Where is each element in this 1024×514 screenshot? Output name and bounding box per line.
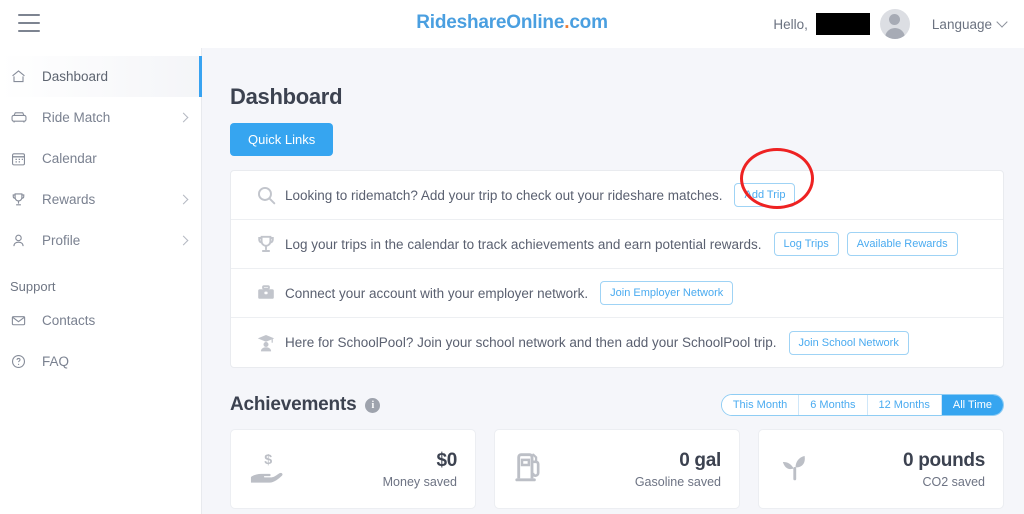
sidebar-item-contacts[interactable]: Contacts (0, 300, 201, 341)
stat-values: $0 Money saved (382, 449, 458, 489)
user-avatar-icon[interactable] (879, 9, 910, 39)
sidebar-item-dashboard[interactable]: Dashboard (0, 56, 202, 97)
quick-link-row: Connect your account with your employer … (231, 269, 1003, 318)
achievements-title: Achievements (230, 394, 357, 415)
stat-value: $0 (436, 449, 457, 471)
main-content: Dashboard Quick Links Looking to ridemat… (202, 48, 1024, 514)
stat-value: 0 pounds (902, 449, 985, 471)
calendar-icon (10, 149, 36, 169)
sidebar-item-calendar[interactable]: Calendar (0, 138, 201, 179)
available-rewards-button[interactable]: Available Rewards (846, 232, 958, 256)
top-header-bar: RideshareOnline.com Hello, Language (0, 0, 1024, 48)
car-icon (10, 108, 36, 128)
briefcase-icon (247, 282, 285, 304)
sidebar-item-faq[interactable]: FAQ (0, 341, 201, 382)
chevron-down-icon (996, 16, 1008, 28)
fuel-pump-icon (513, 448, 551, 491)
filter-6-months[interactable]: 6 Months (798, 395, 867, 415)
quick-link-text: Connect your account with your employer … (285, 285, 589, 301)
filter-12-months[interactable]: 12 Months (866, 395, 941, 415)
redacted-username-box (815, 13, 870, 35)
chevron-right-icon (178, 235, 189, 246)
join-school-network-button[interactable]: Join School Network (788, 330, 909, 355)
quick-link-row: Log your trips in the calendar to track … (231, 220, 1003, 269)
sidebar-item-label: Profile (42, 233, 81, 248)
sidebar-item-rewards[interactable]: Rewards (0, 179, 201, 220)
chevron-right-icon (178, 112, 189, 123)
achievements-header: Achievements i This Month 6 Months 12 Mo… (230, 394, 1004, 416)
trophy-icon (10, 190, 36, 210)
quick-link-text: Looking to ridematch? Add your trip to c… (285, 187, 723, 203)
add-trip-button[interactable]: Add Trip (734, 183, 796, 207)
trophy-icon (247, 233, 285, 255)
hand-money-icon: $ (249, 448, 289, 491)
sidebar-item-label: Dashboard (42, 69, 109, 84)
sidebar-section-support: Support (10, 279, 56, 294)
stat-label: Money saved (382, 474, 457, 489)
stat-label: CO2 saved (922, 474, 985, 489)
person-icon (10, 231, 36, 251)
page-title: Dashboard (230, 84, 343, 109)
sidebar-item-label: Calendar (42, 151, 97, 166)
quick-links-button[interactable]: Quick Links (230, 123, 334, 156)
quick-link-row: Looking to ridematch? Add your trip to c… (231, 171, 1003, 220)
greeting-label: Hello, (773, 16, 808, 32)
question-circle-icon (10, 352, 36, 372)
log-trips-button[interactable]: Log Trips (773, 232, 839, 256)
sidebar-item-label: FAQ (42, 354, 70, 369)
quick-link-text: Here for SchoolPool? Join your school ne… (285, 335, 777, 350)
stat-card-gasoline-saved: 0 gal Gasoline saved (494, 429, 740, 509)
filter-all-time[interactable]: All Time (940, 395, 1003, 415)
achievement-stats: $ $0 Money saved 0 gal Gasoline saved 0 … (230, 429, 1004, 509)
sprout-leaf-icon (777, 448, 815, 491)
user-zone: Hello, Language (773, 0, 1008, 48)
stat-label: Gasoline saved (634, 474, 721, 489)
quick-links-card: Looking to ridematch? Add your trip to c… (230, 170, 1004, 368)
sidebar-item-label: Ride Match (42, 110, 111, 125)
brand-tld: com (569, 12, 608, 33)
sidebar-item-label: Rewards (42, 192, 96, 207)
chevron-right-icon (178, 194, 189, 205)
stat-values: 0 pounds CO2 saved (903, 450, 985, 489)
quick-link-row: Here for SchoolPool? Join your school ne… (231, 318, 1003, 367)
sidebar-item-ride-match[interactable]: Ride Match (0, 97, 201, 138)
stat-values: 0 gal Gasoline saved (635, 450, 721, 489)
search-icon (247, 185, 285, 206)
quick-link-text: Log your trips in the calendar to track … (285, 236, 762, 252)
brand-name: RideshareOnline (416, 12, 565, 33)
stat-card-money-saved: $ $0 Money saved (230, 429, 476, 509)
language-label: Language (931, 16, 992, 32)
home-icon (10, 67, 36, 87)
time-range-filter: This Month 6 Months 12 Months All Time (720, 394, 1004, 416)
sidebar-nav: Dashboard Ride Match Calendar Rewards Pr… (0, 48, 202, 514)
language-selector[interactable]: Language (931, 16, 1008, 32)
sidebar-item-profile[interactable]: Profile (0, 220, 201, 261)
stat-value: 0 gal (679, 449, 721, 471)
info-icon[interactable]: i (365, 397, 381, 413)
envelope-icon (10, 311, 36, 331)
graduate-icon (247, 332, 285, 354)
stat-card-co2-saved: 0 pounds CO2 saved (758, 429, 1004, 509)
sidebar-item-label: Contacts (42, 313, 96, 328)
app-root: RideshareOnline.com Hello, Language Dash… (0, 0, 1024, 514)
filter-this-month[interactable]: This Month (721, 395, 799, 415)
join-employer-network-button[interactable]: Join Employer Network (600, 281, 734, 305)
svg-text:$: $ (264, 452, 272, 468)
